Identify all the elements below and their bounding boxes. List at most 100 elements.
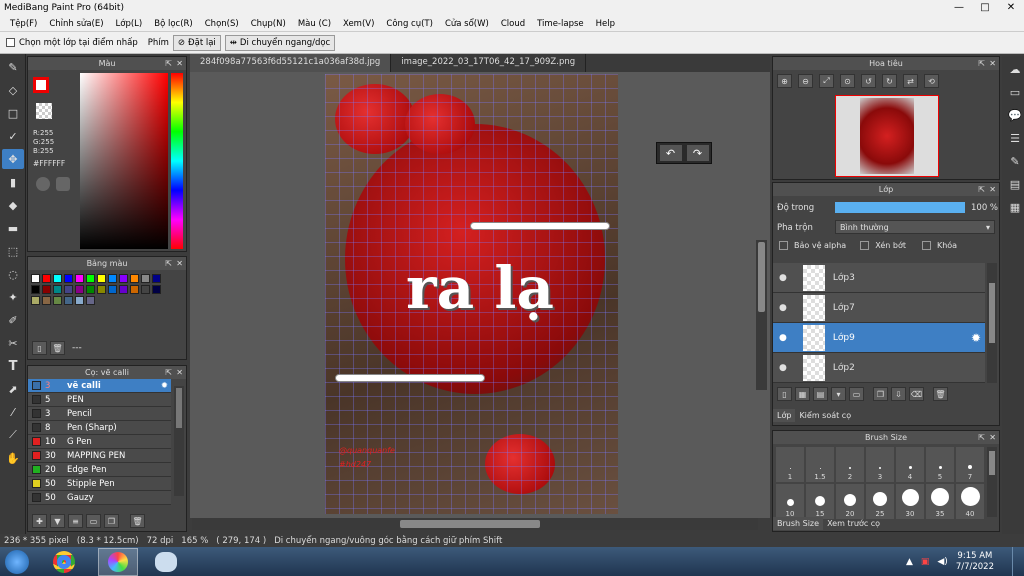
visibility-icon[interactable]: ● xyxy=(779,363,787,373)
popout-icon[interactable]: ⇱ xyxy=(978,431,985,444)
popout-icon[interactable]: ⇱ xyxy=(165,366,172,379)
tray-volume-icon[interactable]: ◀) xyxy=(937,557,947,567)
popout-icon[interactable]: ⇱ xyxy=(165,257,172,270)
gear-icon[interactable]: ✹ xyxy=(971,331,981,345)
brush-list-scrollbar[interactable] xyxy=(174,386,184,496)
palette-swatch[interactable] xyxy=(31,296,40,305)
redo-icon[interactable]: ↷ xyxy=(686,145,709,161)
close-icon[interactable]: ✕ xyxy=(176,366,183,379)
menu-layer[interactable]: Lớp(L) xyxy=(110,19,149,29)
menu-filter[interactable]: Bộ lọc(R) xyxy=(148,19,199,29)
edit-icon[interactable]: ✎ xyxy=(1004,151,1024,171)
rotate-right-icon[interactable]: ↻ xyxy=(882,74,897,88)
clear-layer-icon[interactable]: ⌫ xyxy=(909,387,924,401)
brush-item[interactable]: 50 Gauzy xyxy=(28,491,171,505)
brush-item[interactable]: 5 PEN xyxy=(28,393,171,407)
add-brush-icon[interactable]: ✚ xyxy=(32,514,47,528)
palette-swatch[interactable] xyxy=(64,274,73,283)
palette-swatch[interactable] xyxy=(64,285,73,294)
brush-item[interactable]: 3 vẽ calli ✹ xyxy=(28,379,171,393)
clock[interactable]: 9:15 AM 7/7/2022 xyxy=(956,551,994,573)
medibang-taskbar-item[interactable] xyxy=(98,547,138,576)
menu-tools[interactable]: Công cụ(T) xyxy=(380,19,439,29)
pen-tool-icon[interactable]: ✓ xyxy=(2,126,24,146)
palette-swatch[interactable] xyxy=(42,285,51,294)
tray-network-icon[interactable]: ▣ xyxy=(921,557,930,567)
zoom-in-icon[interactable]: ⊕ xyxy=(777,74,792,88)
primary-color-swatch[interactable] xyxy=(33,77,49,93)
lock-checkbox[interactable] xyxy=(921,241,931,250)
palette-swatch[interactable] xyxy=(86,285,95,294)
menu-view[interactable]: Xem(V) xyxy=(337,19,380,29)
menu-cloud[interactable]: Cloud xyxy=(495,19,531,29)
palette-swatch[interactable] xyxy=(75,274,84,283)
palette-swatch[interactable] xyxy=(141,285,150,294)
canvas-hscrollbar[interactable] xyxy=(192,518,758,530)
comment-icon[interactable]: 💬 xyxy=(1004,105,1024,125)
close-icon[interactable]: ✕ xyxy=(989,57,996,70)
brush-item[interactable]: 10 G Pen xyxy=(28,435,171,449)
palette-swatch[interactable] xyxy=(75,296,84,305)
brush-settings-icon[interactable]: ≡ xyxy=(68,514,83,528)
popout-icon[interactable]: ⇱ xyxy=(978,183,985,196)
move-tool-icon[interactable]: ✥ xyxy=(2,149,24,169)
maximize-button[interactable]: □ xyxy=(972,0,998,16)
duplicate-icon[interactable]: ❐ xyxy=(104,514,119,528)
menu-select[interactable]: Chọn(S) xyxy=(199,19,245,29)
actual-size-icon[interactable]: ⊙ xyxy=(840,74,855,88)
hue-slider[interactable] xyxy=(171,73,183,249)
merge-down-icon[interactable]: ⇩ xyxy=(891,387,906,401)
canvas-vscrollbar[interactable] xyxy=(756,240,767,390)
palette-swatch[interactable] xyxy=(75,285,84,294)
hand-tool-icon[interactable]: ✋ xyxy=(2,448,24,468)
delete-palette-icon[interactable]: 🗑 xyxy=(50,341,65,355)
palette-swatch[interactable] xyxy=(86,296,95,305)
brush-size-cell[interactable]: 3 xyxy=(866,447,894,482)
tab-document-1[interactable]: 284f098a77563f6d55121c1a036af38d.jpg xyxy=(190,54,392,72)
move-hv-button[interactable]: ⇹ Di chuyển ngang/dọc xyxy=(224,34,336,51)
fill-tool-icon[interactable]: ▮ xyxy=(2,172,24,192)
layer-row-selected[interactable]: ● Lớp9 ✹ xyxy=(773,323,985,353)
new-halftone-layer-icon[interactable]: ▦ xyxy=(795,387,810,401)
visibility-icon[interactable]: ● xyxy=(779,303,787,313)
undo-icon[interactable]: ↶ xyxy=(659,145,682,161)
flip-icon[interactable]: ⇄ xyxy=(903,74,918,88)
layer-row[interactable]: ● Lớp7 xyxy=(773,293,985,323)
brush-tool-icon[interactable]: ✎ xyxy=(2,57,24,77)
opacity-slider[interactable] xyxy=(835,202,965,213)
close-icon[interactable]: ✕ xyxy=(176,257,183,270)
close-button[interactable]: ✕ xyxy=(998,0,1024,16)
palette-swatch[interactable] xyxy=(97,274,106,283)
menu-file[interactable]: Tệp(F) xyxy=(4,19,43,29)
canvas-area[interactable]: ra lạ @quanquanfe #hd247 ↶ ↷ xyxy=(190,72,770,518)
select-pen-icon[interactable]: ✐ xyxy=(2,310,24,330)
palette-swatch[interactable] xyxy=(86,274,95,283)
eraser-tool-icon[interactable]: ◇ xyxy=(2,80,24,100)
operation-tool-icon[interactable]: ⬈ xyxy=(2,379,24,399)
menu-window[interactable]: Cửa sổ(W) xyxy=(439,19,495,29)
fit-icon[interactable]: ⤢ xyxy=(819,74,834,88)
palette-swatch[interactable] xyxy=(152,274,161,283)
brush-size-cell[interactable]: 35 xyxy=(926,484,954,519)
brush-item[interactable]: 50 Stipple Pen xyxy=(28,477,171,491)
rectangle-tool-icon[interactable]: □ xyxy=(2,103,24,123)
palette-swatch[interactable] xyxy=(108,285,117,294)
chrome-taskbar-item[interactable] xyxy=(44,548,84,576)
delete-layer-icon[interactable]: 🗑 xyxy=(933,387,948,401)
palette-swatch[interactable] xyxy=(64,296,73,305)
tab-brush-size[interactable]: Brush Size xyxy=(773,517,824,530)
color-wheel-icon[interactable] xyxy=(36,177,50,191)
brush-size-cell[interactable]: 20 xyxy=(836,484,864,519)
brush-size-cell[interactable]: 25 xyxy=(866,484,894,519)
new-8bit-layer-icon[interactable]: ▤ xyxy=(813,387,828,401)
add-layer-menu-icon[interactable]: ▾ xyxy=(831,387,846,401)
palette-swatch[interactable] xyxy=(42,296,51,305)
reset-view-icon[interactable]: ⟲ xyxy=(924,74,939,88)
protect-alpha-checkbox[interactable] xyxy=(779,241,788,250)
palette-swatch[interactable] xyxy=(130,274,139,283)
brush-item[interactable]: 20 Edge Pen xyxy=(28,463,171,477)
palette-swatch[interactable] xyxy=(53,274,62,283)
magic-wand-icon[interactable]: ✦ xyxy=(2,287,24,307)
brush-item[interactable]: 30 MAPPING PEN xyxy=(28,449,171,463)
palette-swatch[interactable] xyxy=(141,274,150,283)
